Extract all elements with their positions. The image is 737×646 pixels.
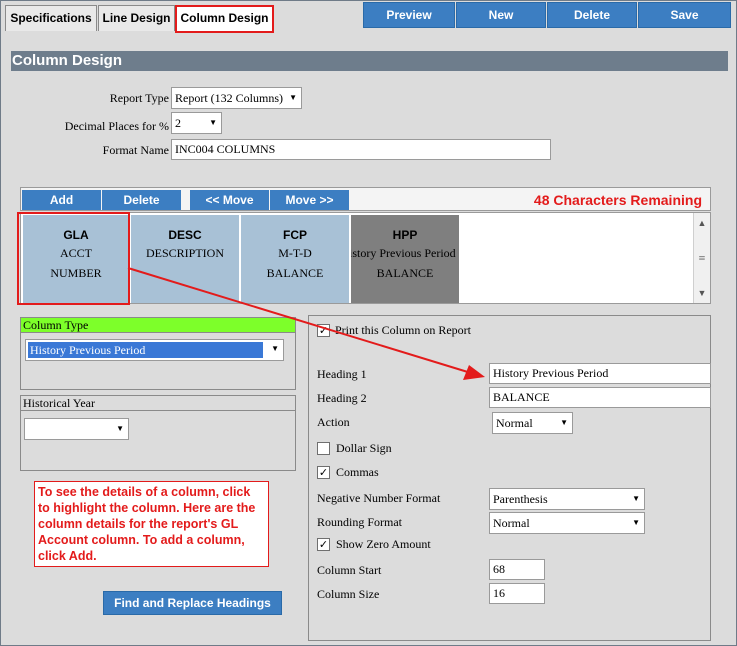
column-scrollbar[interactable]: ▲ ≡ ▼	[693, 213, 710, 303]
column-cell-fcp[interactable]: FCP M-T-D BALANCE	[241, 215, 350, 303]
column-toolbar: Add Delete << Move Move >> 48 Characters…	[20, 187, 711, 211]
column-cell-hpp[interactable]: HPP History Previous Period BALANCE	[351, 215, 460, 303]
rounding-format-label: Rounding Format	[317, 515, 403, 529]
tab-specifications[interactable]: Specifications	[5, 5, 97, 31]
save-button[interactable]: Save	[638, 2, 731, 28]
column-type-value: History Previous Period	[28, 342, 263, 358]
column-heading-2: BALANCE	[266, 266, 324, 280]
format-name-label: Format Name	[102, 143, 169, 157]
characters-remaining: 48 Characters Remaining	[533, 192, 702, 208]
column-details-panel: ✓ Print this Column on Report Heading 1 …	[308, 315, 711, 641]
column-type-select[interactable]: History Previous Period ▼	[25, 339, 284, 361]
column-code: HPP	[392, 228, 418, 242]
scroll-up-icon[interactable]: ▲	[694, 215, 710, 231]
chevron-down-icon: ▼	[632, 494, 640, 503]
column-start-input[interactable]: 68	[489, 559, 545, 580]
chevron-down-icon: ▼	[209, 118, 217, 127]
negative-format-select[interactable]: Parenthesis ▼	[489, 488, 645, 510]
print-column-checkbox[interactable]: ✓	[317, 324, 330, 337]
delete-button[interactable]: Delete	[547, 2, 637, 28]
dollar-sign-label: Dollar Sign	[336, 441, 392, 455]
column-code: FCP	[283, 228, 307, 242]
chevron-down-icon: ▼	[289, 93, 297, 102]
report-type-select[interactable]: Report (132 Columns) ▼	[171, 87, 302, 109]
column-code: DESC	[168, 228, 202, 242]
dollar-sign-checkbox[interactable]	[317, 442, 330, 455]
column-size-label: Column Size	[317, 587, 380, 601]
rounding-format-select[interactable]: Normal ▼	[489, 512, 645, 534]
scroll-down-icon[interactable]: ▼	[694, 285, 710, 301]
heading-2-input[interactable]: BALANCE	[489, 387, 711, 408]
window: Specifications Line Design Column Design…	[0, 0, 737, 646]
chevron-down-icon: ▼	[560, 418, 568, 427]
historical-year-panel: Historical Year ▼	[20, 395, 296, 471]
column-type-panel: Column Type History Previous Period ▼	[20, 317, 296, 390]
commas-checkbox[interactable]: ✓	[317, 466, 330, 479]
heading-1-label: Heading 1	[317, 367, 367, 381]
rounding-format-value: Normal	[493, 516, 530, 530]
action-value: Normal	[496, 416, 533, 430]
find-replace-headings-button[interactable]: Find and Replace Headings	[103, 591, 282, 615]
column-heading-1: M-T-D	[278, 246, 312, 260]
page-title: Column Design	[11, 51, 728, 71]
column-heading-1: DESCRIPTION	[145, 246, 224, 260]
chevron-down-icon: ▼	[271, 344, 279, 353]
decimal-places-label: Decimal Places for %	[64, 119, 169, 133]
column-size-input[interactable]: 16	[489, 583, 545, 604]
report-type-value: Report (132 Columns)	[175, 91, 283, 105]
column-type-label: Column Type	[21, 318, 295, 333]
action-select[interactable]: Normal ▼	[492, 412, 573, 434]
preview-button[interactable]: Preview	[363, 2, 455, 28]
move-right-button[interactable]: Move >>	[270, 190, 349, 210]
instruction-callout: To see the details of a column, click to…	[34, 481, 269, 567]
negative-format-label: Negative Number Format	[317, 491, 441, 505]
column-cell-desc[interactable]: DESC DESCRIPTION	[131, 215, 240, 303]
tab-line-design[interactable]: Line Design	[98, 5, 175, 31]
add-column-button[interactable]: Add	[22, 190, 101, 210]
column-heading-2: BALANCE	[376, 266, 434, 280]
report-type-label: Report Type	[109, 91, 169, 105]
heading-1-input[interactable]: History Previous Period	[489, 363, 711, 384]
print-column-label: Print this Column on Report	[335, 323, 472, 337]
column-start-label: Column Start	[317, 563, 382, 577]
decimal-places-value: 2	[175, 116, 181, 130]
decimal-places-select[interactable]: 2 ▼	[171, 112, 222, 134]
selected-column-highlight	[17, 212, 130, 305]
format-name-input[interactable]: INC004 COLUMNS	[171, 139, 551, 160]
historical-year-select[interactable]: ▼	[24, 418, 129, 440]
commas-label: Commas	[336, 465, 379, 479]
scroll-thumb-icon[interactable]: ≡	[694, 250, 710, 266]
historical-year-label: Historical Year	[21, 396, 295, 411]
new-button[interactable]: New	[456, 2, 546, 28]
delete-column-button[interactable]: Delete	[102, 190, 181, 210]
heading-2-label: Heading 2	[317, 391, 367, 405]
tab-column-design[interactable]: Column Design	[175, 5, 274, 33]
action-label: Action	[317, 415, 350, 429]
column-heading-1: History Previous Period	[351, 246, 456, 260]
show-zero-checkbox[interactable]: ✓	[317, 538, 330, 551]
move-left-button[interactable]: << Move	[190, 190, 269, 210]
negative-format-value: Parenthesis	[493, 492, 548, 506]
chevron-down-icon: ▼	[116, 424, 124, 433]
show-zero-label: Show Zero Amount	[336, 537, 431, 551]
chevron-down-icon: ▼	[632, 518, 640, 527]
